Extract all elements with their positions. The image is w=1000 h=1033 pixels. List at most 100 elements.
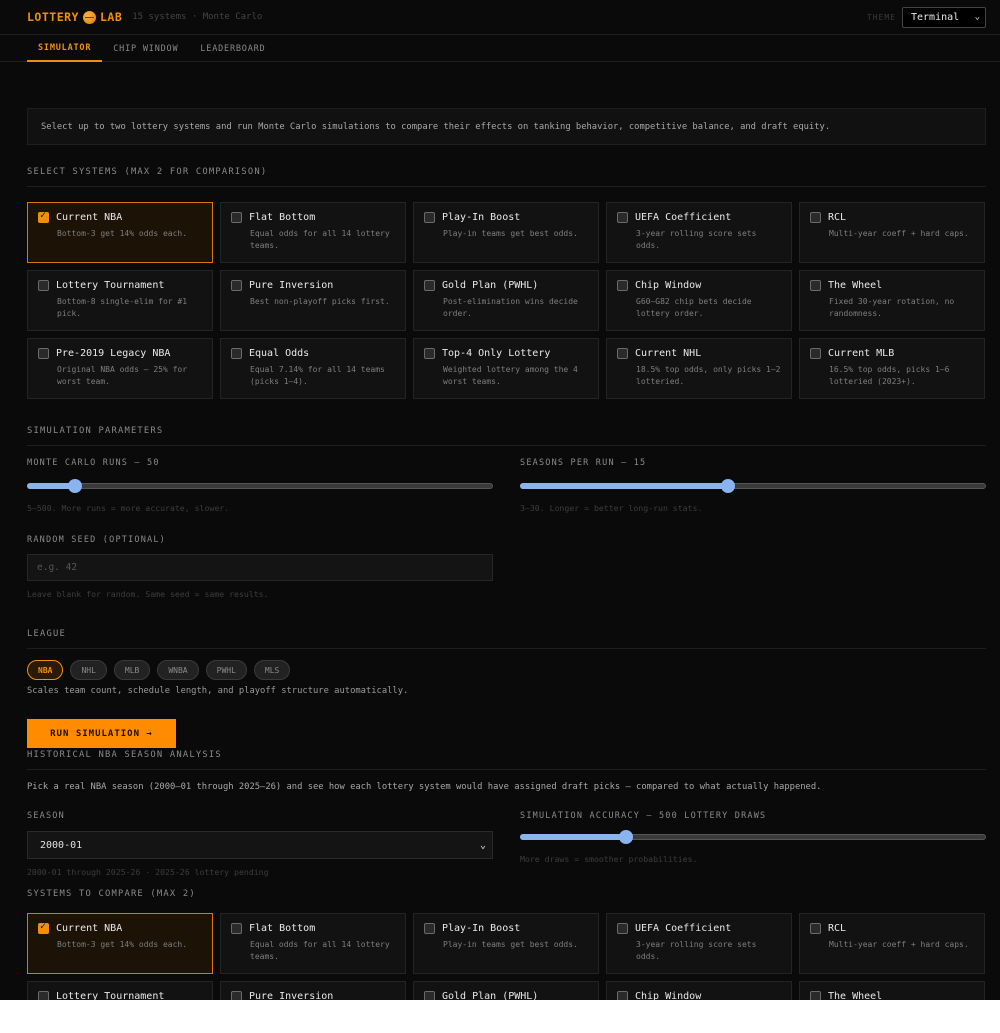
checkbox-icon[interactable] [231, 212, 242, 223]
checkbox-icon[interactable] [810, 280, 821, 291]
checkbox-icon[interactable] [810, 212, 821, 223]
run-simulation-button[interactable]: RUN SIMULATION → [27, 719, 176, 748]
card-description: Multi-year coeff + hard caps. [829, 940, 969, 949]
theme-select[interactable]: Terminal ⌄ [902, 6, 986, 28]
card-header: RCL [810, 923, 976, 934]
checkbox-icon[interactable] [617, 991, 628, 1000]
checkbox-icon[interactable] [617, 280, 628, 291]
sim-params-grid: MONTE CARLO RUNS — 50 5–500. More runs =… [27, 458, 986, 513]
compare-card-play-in-boost[interactable]: Play-In Boost Play-in teams get best odds… [413, 913, 599, 974]
compare-card-uefa-coefficient[interactable]: UEFA Coefficient 3-year rolling score set… [606, 913, 792, 974]
checkbox-icon[interactable] [617, 923, 628, 934]
main-content: Select up to two lottery systems and run… [0, 108, 1000, 1000]
system-card-current-nhl[interactable]: Current NHL 18.5% top odds, only picks 1–… [606, 338, 792, 399]
compare-card-pure-inversion[interactable]: Pure InversionBest non-playoff picks fir… [220, 981, 406, 1000]
card-description: Play-in teams get best odds. [443, 940, 578, 949]
system-card-lottery-tournament[interactable]: Lottery Tournament Bottom-8 single-elim f… [27, 270, 213, 331]
checkbox-checked-icon[interactable] [38, 921, 49, 934]
checkbox-icon[interactable] [231, 280, 242, 291]
checkbox-icon[interactable] [810, 991, 821, 1000]
system-card-gold-plan-pwhl[interactable]: Gold Plan (PWHL) Post-elimination wins de… [413, 270, 599, 331]
slider-thumb[interactable] [720, 479, 735, 493]
checkbox-icon[interactable] [424, 348, 435, 359]
seasons-slider[interactable] [520, 479, 986, 493]
compare-card-flat-bottom[interactable]: Flat Bottom Equal odds for all 14 lottery… [220, 913, 406, 974]
season-select[interactable]: 2000-01 ⌄ [27, 831, 493, 859]
checkbox-icon[interactable] [38, 280, 49, 291]
checkbox-icon[interactable] [810, 348, 821, 359]
system-card-flat-bottom[interactable]: Flat Bottom Equal odds for all 14 lottery… [220, 202, 406, 263]
system-card-play-in-boost[interactable]: Play-In Boost Play-in teams get best odds… [413, 202, 599, 263]
system-card-equal-odds[interactable]: Equal Odds Equal 7.14% for all 14 teams (… [220, 338, 406, 399]
system-card-pre-2019-legacy-nba[interactable]: Pre-2019 Legacy NBA Original NBA odds — 2… [27, 338, 213, 399]
card-header: Flat Bottom [231, 923, 397, 934]
card-header: Chip Window [617, 280, 783, 291]
system-card-top-4-only-lottery[interactable]: Top-4 Only Lottery Weighted lottery among… [413, 338, 599, 399]
card-description: Weighted lottery among the 4 worst teams… [443, 365, 578, 386]
checkbox-icon[interactable] [617, 348, 628, 359]
card-header: Play-In Boost [424, 923, 590, 934]
league-pill-nhl[interactable]: NHL [70, 660, 107, 680]
checkbox-icon[interactable] [38, 348, 49, 359]
card-header: UEFA Coefficient [617, 923, 783, 934]
system-card-rcl[interactable]: RCL Multi-year coeff + hard caps. [799, 202, 985, 263]
compare-card-the-wheel[interactable]: The Wheel [799, 981, 985, 1000]
accuracy-slider[interactable] [520, 830, 986, 844]
system-card-current-mlb[interactable]: Current MLB 16.5% top odds, picks 1–6 lot… [799, 338, 985, 399]
tab-leaderboard[interactable]: LEADERBOARD [189, 35, 276, 62]
checkbox-icon[interactable] [424, 923, 435, 934]
card-header: Gold Plan (PWHL) [424, 280, 590, 291]
card-header: Top-4 Only Lottery [424, 348, 590, 359]
card-header: Current NBA [38, 921, 204, 934]
historical-heading: HISTORICAL NBA SEASON ANALYSIS [27, 750, 986, 770]
checkbox-checked-icon[interactable] [38, 210, 49, 223]
app-logo[interactable]: LOTTERY LAB [27, 10, 122, 24]
app-viewport: LOTTERY LAB 15 systems · Monte Carlo THE… [0, 0, 1000, 1000]
checkbox-icon[interactable] [810, 923, 821, 934]
card-header: Current NBA [38, 210, 204, 223]
league-pill-nba[interactable]: NBA [27, 660, 64, 680]
tab-simulator[interactable]: SIMULATOR [27, 35, 103, 62]
system-card-uefa-coefficient[interactable]: UEFA Coefficient 3-year rolling score set… [606, 202, 792, 263]
compare-card-chip-window[interactable]: Chip Window [606, 981, 792, 1000]
card-header: Pre-2019 Legacy NBA [38, 348, 204, 359]
seed-label: RANDOM SEED (OPTIONAL) [27, 535, 166, 545]
card-title: Top-4 Only Lottery [442, 348, 551, 359]
compare-card-rcl[interactable]: RCL Multi-year coeff + hard caps. [799, 913, 985, 974]
system-card-pure-inversion[interactable]: Pure Inversion Best non-playoff picks fir… [220, 270, 406, 331]
checkbox-icon[interactable] [424, 212, 435, 223]
top-bar: LOTTERY LAB 15 systems · Monte Carlo THE… [0, 0, 1000, 35]
card-description: 3-year rolling score sets odds. [636, 940, 757, 961]
league-pill-wnba[interactable]: WNBA [157, 660, 199, 680]
card-header: Pure Inversion [231, 280, 397, 291]
checkbox-icon[interactable] [231, 348, 242, 359]
card-title: UEFA Coefficient [635, 212, 732, 223]
runs-slider[interactable] [27, 479, 493, 493]
system-card-current-nba[interactable]: Current NBA Bottom-3 get 14% odds each. [27, 202, 213, 263]
checkbox-icon[interactable] [424, 991, 435, 1000]
slider-thumb[interactable] [68, 479, 83, 493]
compare-card-gold-plan-pwhl[interactable]: Gold Plan (PWHL)Post-elimination wins de… [413, 981, 599, 1000]
checkbox-icon[interactable] [231, 923, 242, 934]
checkbox-icon[interactable] [231, 991, 242, 1000]
checkbox-icon[interactable] [617, 212, 628, 223]
league-pill-pwhl[interactable]: PWHL [205, 660, 247, 680]
card-title: Pure Inversion [249, 280, 334, 291]
compare-card-current-nba[interactable]: Current NBA Bottom-3 get 14% odds each. [27, 913, 213, 974]
card-title: RCL [828, 923, 847, 934]
tab-chip-window[interactable]: CHIP WINDOW [102, 35, 189, 62]
checkbox-icon[interactable] [38, 991, 49, 1000]
card-header: Chip Window [617, 991, 783, 1000]
compare-card-lottery-tournament[interactable]: Lottery TournamentBottom-8 single-elim f… [27, 981, 213, 1000]
system-card-the-wheel[interactable]: The Wheel Fixed 30-year rotation, no rand… [799, 270, 985, 331]
league-pill-mls[interactable]: MLS [253, 660, 291, 680]
system-card-chip-window[interactable]: Chip Window G60–G82 chip bets decide lott… [606, 270, 792, 331]
card-description: Equal 7.14% for all 14 teams (picks 1–4)… [250, 365, 385, 386]
card-header: Current MLB [810, 348, 976, 359]
seed-input[interactable]: e.g. 42 [27, 554, 493, 581]
league-pill-mlb[interactable]: MLB [113, 660, 151, 680]
card-title: Current NHL [635, 348, 702, 359]
checkbox-icon[interactable] [424, 280, 435, 291]
season-select-value: 2000-01 [40, 839, 83, 851]
slider-thumb[interactable] [619, 830, 634, 844]
